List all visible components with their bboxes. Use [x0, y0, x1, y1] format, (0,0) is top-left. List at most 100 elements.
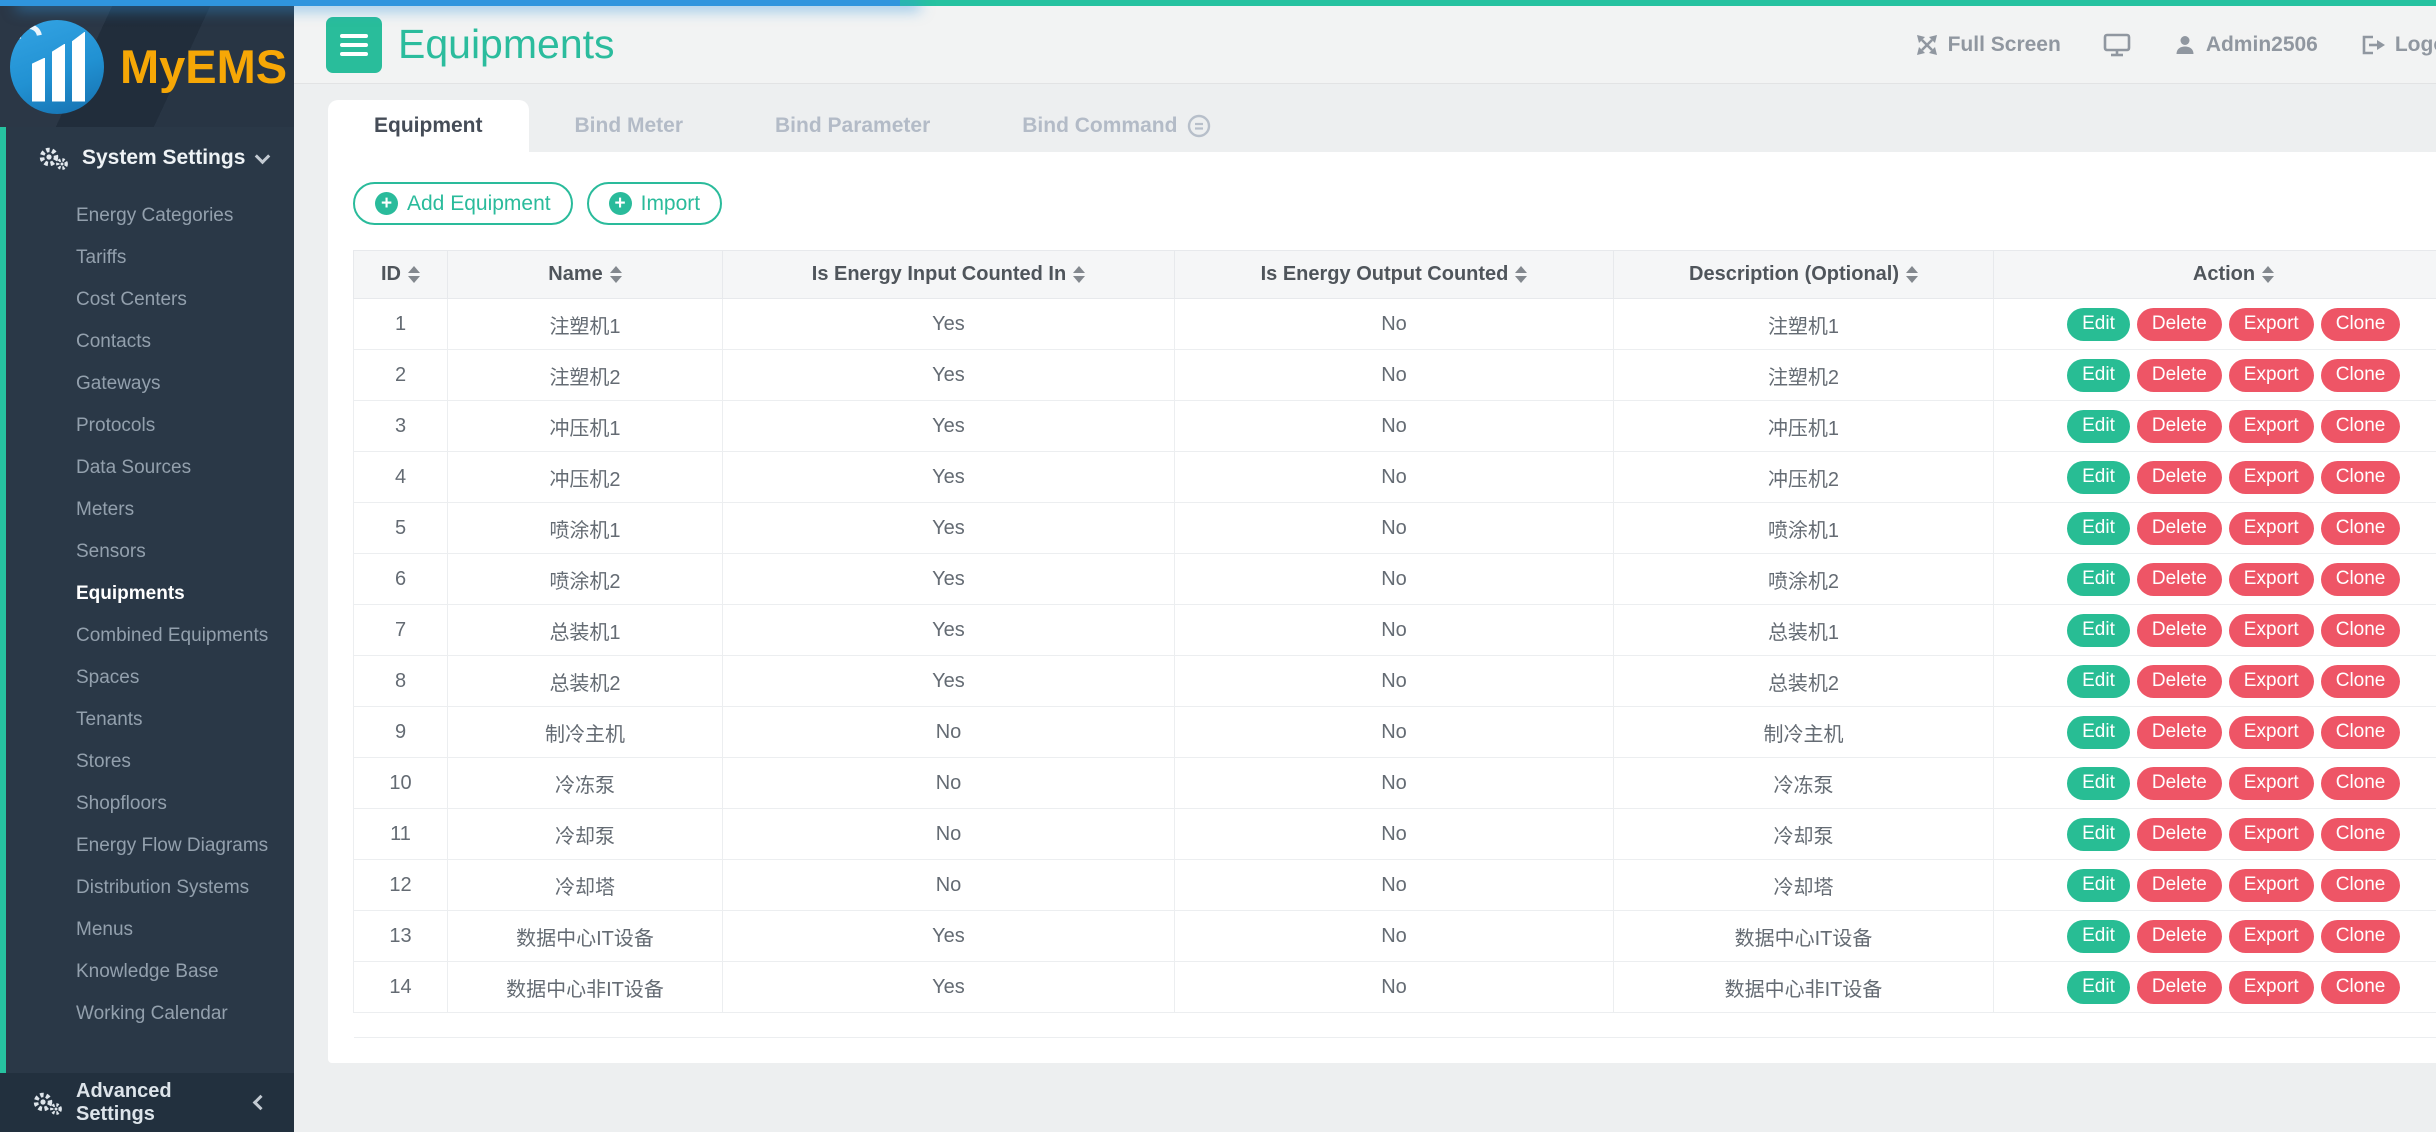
column-header-is-energy-output-counted[interactable]: Is Energy Output Counted	[1175, 251, 1614, 299]
sidebar-item-menus[interactable]: Menus	[6, 909, 294, 951]
export-button[interactable]: Export	[2229, 869, 2314, 902]
sidebar-item-shopfloors[interactable]: Shopfloors	[6, 783, 294, 825]
edit-button[interactable]: Edit	[2067, 767, 2130, 800]
edit-button[interactable]: Edit	[2067, 512, 2130, 545]
export-button[interactable]: Export	[2229, 563, 2314, 596]
delete-button[interactable]: Delete	[2137, 308, 2222, 341]
delete-button[interactable]: Delete	[2137, 461, 2222, 494]
edit-button[interactable]: Edit	[2067, 461, 2130, 494]
sort-icon[interactable]	[610, 266, 622, 283]
edit-button[interactable]: Edit	[2067, 410, 2130, 443]
clone-button[interactable]: Clone	[2321, 410, 2401, 443]
delete-button[interactable]: Delete	[2137, 716, 2222, 749]
sidebar-item-gateways[interactable]: Gateways	[6, 363, 294, 405]
tab-bind-command[interactable]: Bind Command	[976, 100, 1257, 152]
edit-button[interactable]: Edit	[2067, 716, 2130, 749]
sidebar-item-advanced-settings[interactable]: Advanced Settings	[0, 1073, 294, 1132]
full-screen-button[interactable]: Full Screen	[1915, 33, 2061, 57]
clone-button[interactable]: Clone	[2321, 767, 2401, 800]
export-button[interactable]: Export	[2229, 308, 2314, 341]
sidebar-item-meters[interactable]: Meters	[6, 489, 294, 531]
delete-button[interactable]: Delete	[2137, 410, 2222, 443]
tab-bind-parameter[interactable]: Bind Parameter	[729, 100, 976, 152]
delete-button[interactable]: Delete	[2137, 665, 2222, 698]
user-menu[interactable]: Admin2506	[2173, 33, 2318, 57]
export-button[interactable]: Export	[2229, 665, 2314, 698]
clone-button[interactable]: Clone	[2321, 359, 2401, 392]
delete-button[interactable]: Delete	[2137, 614, 2222, 647]
column-header-name[interactable]: Name	[448, 251, 723, 299]
column-header-description-optional-[interactable]: Description (Optional)	[1614, 251, 1994, 299]
sidebar-item-protocols[interactable]: Protocols	[6, 405, 294, 447]
export-button[interactable]: Export	[2229, 512, 2314, 545]
export-button[interactable]: Export	[2229, 716, 2314, 749]
edit-button[interactable]: Edit	[2067, 614, 2130, 647]
delete-button[interactable]: Delete	[2137, 971, 2222, 1004]
export-button[interactable]: Export	[2229, 461, 2314, 494]
sidebar-item-tariffs[interactable]: Tariffs	[6, 237, 294, 279]
sidebar-item-energy-flow-diagrams[interactable]: Energy Flow Diagrams	[6, 825, 294, 867]
sidebar-item-data-sources[interactable]: Data Sources	[6, 447, 294, 489]
edit-button[interactable]: Edit	[2067, 359, 2130, 392]
menu-toggle-button[interactable]	[326, 17, 382, 73]
column-header-action[interactable]: Action	[1994, 251, 2436, 299]
tab-equipment[interactable]: Equipment	[328, 100, 529, 152]
delete-button[interactable]: Delete	[2137, 359, 2222, 392]
export-button[interactable]: Export	[2229, 359, 2314, 392]
delete-button[interactable]: Delete	[2137, 920, 2222, 953]
export-button[interactable]: Export	[2229, 971, 2314, 1004]
clone-button[interactable]: Clone	[2321, 920, 2401, 953]
sidebar-item-stores[interactable]: Stores	[6, 741, 294, 783]
edit-button[interactable]: Edit	[2067, 869, 2130, 902]
clone-button[interactable]: Clone	[2321, 716, 2401, 749]
sidebar-item-energy-categories[interactable]: Energy Categories	[6, 195, 294, 237]
clone-button[interactable]: Clone	[2321, 971, 2401, 1004]
sort-icon[interactable]	[1073, 266, 1085, 283]
clone-button[interactable]: Clone	[2321, 461, 2401, 494]
sidebar-item-sensors[interactable]: Sensors	[6, 531, 294, 573]
delete-button[interactable]: Delete	[2137, 767, 2222, 800]
sidebar-item-spaces[interactable]: Spaces	[6, 657, 294, 699]
sidebar-item-combined-equipments[interactable]: Combined Equipments	[6, 615, 294, 657]
sidebar-item-working-calendar[interactable]: Working Calendar	[6, 993, 294, 1035]
clone-button[interactable]: Clone	[2321, 869, 2401, 902]
export-button[interactable]: Export	[2229, 614, 2314, 647]
app-logo[interactable]: MyEMS	[0, 6, 294, 127]
edit-button[interactable]: Edit	[2067, 920, 2130, 953]
sidebar-group-system-settings[interactable]: System Settings	[6, 127, 294, 189]
clone-button[interactable]: Clone	[2321, 563, 2401, 596]
delete-button[interactable]: Delete	[2137, 869, 2222, 902]
sidebar-item-contacts[interactable]: Contacts	[6, 321, 294, 363]
sidebar-item-cost-centers[interactable]: Cost Centers	[6, 279, 294, 321]
clone-button[interactable]: Clone	[2321, 308, 2401, 341]
sort-icon[interactable]	[2262, 266, 2274, 283]
edit-button[interactable]: Edit	[2067, 665, 2130, 698]
add-equipment-button[interactable]: + Add Equipment	[353, 182, 573, 225]
sort-icon[interactable]	[408, 266, 420, 283]
import-button[interactable]: + Import	[587, 182, 723, 225]
sidebar-item-equipments[interactable]: Equipments	[6, 573, 294, 615]
clone-button[interactable]: Clone	[2321, 818, 2401, 851]
export-button[interactable]: Export	[2229, 818, 2314, 851]
clone-button[interactable]: Clone	[2321, 665, 2401, 698]
column-header-id[interactable]: ID	[354, 251, 448, 299]
delete-button[interactable]: Delete	[2137, 818, 2222, 851]
logout-button[interactable]: Logout	[2360, 33, 2436, 57]
export-button[interactable]: Export	[2229, 920, 2314, 953]
sidebar-item-tenants[interactable]: Tenants	[6, 699, 294, 741]
sort-icon[interactable]	[1906, 266, 1918, 283]
export-button[interactable]: Export	[2229, 767, 2314, 800]
sort-icon[interactable]	[1515, 266, 1527, 283]
clone-button[interactable]: Clone	[2321, 614, 2401, 647]
clone-button[interactable]: Clone	[2321, 512, 2401, 545]
edit-button[interactable]: Edit	[2067, 308, 2130, 341]
edit-button[interactable]: Edit	[2067, 818, 2130, 851]
delete-button[interactable]: Delete	[2137, 563, 2222, 596]
edit-button[interactable]: Edit	[2067, 563, 2130, 596]
edit-button[interactable]: Edit	[2067, 971, 2130, 1004]
delete-button[interactable]: Delete	[2137, 512, 2222, 545]
sidebar-item-distribution-systems[interactable]: Distribution Systems	[6, 867, 294, 909]
tab-bind-meter[interactable]: Bind Meter	[529, 100, 730, 152]
display-button[interactable]	[2103, 32, 2131, 58]
sidebar-item-knowledge-base[interactable]: Knowledge Base	[6, 951, 294, 993]
